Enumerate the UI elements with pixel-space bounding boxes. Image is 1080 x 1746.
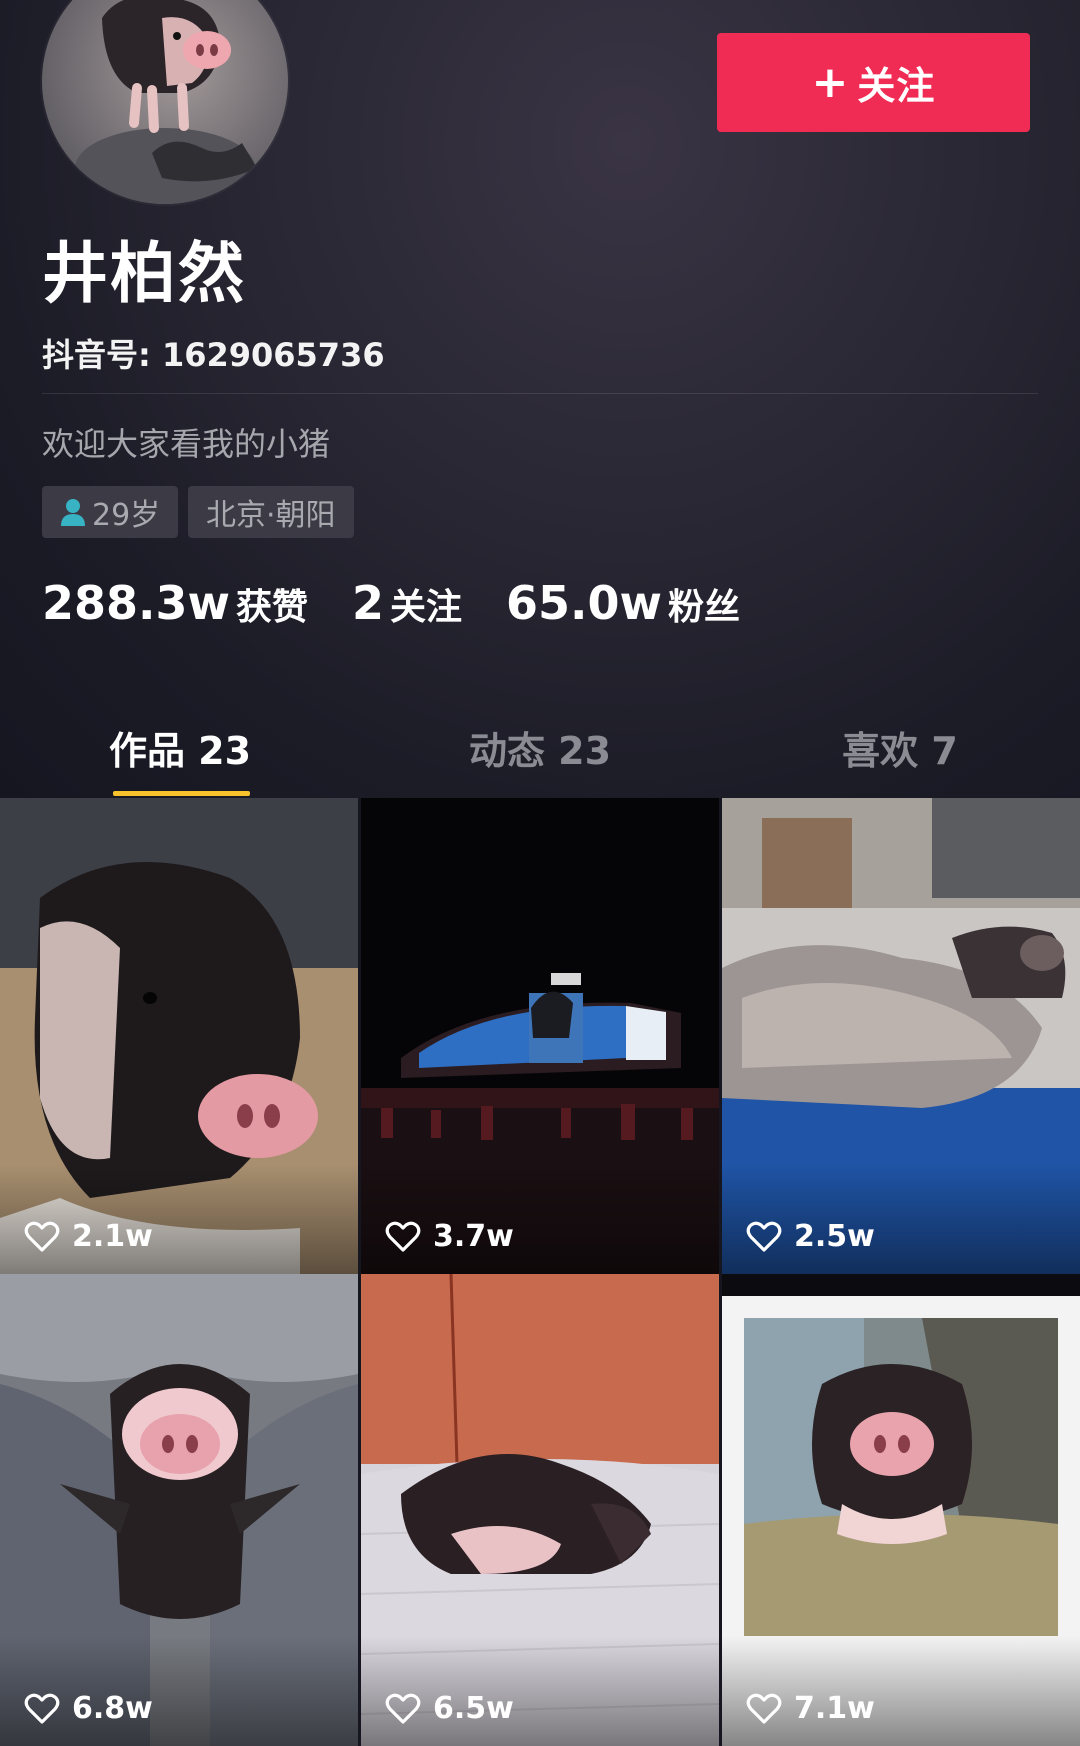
person-icon bbox=[61, 499, 85, 526]
video-likes: 2.1w bbox=[24, 1219, 153, 1254]
heart-outline-icon bbox=[746, 1221, 782, 1252]
location-tag: 北京·朝阳 bbox=[188, 486, 354, 538]
video-likes: 2.5w bbox=[746, 1219, 875, 1254]
likes-count-label: 7.1w bbox=[794, 1691, 875, 1726]
video-thumbnail[interactable]: 6.5w bbox=[361, 1274, 719, 1746]
follow-button[interactable]: + 关注 bbox=[717, 33, 1030, 132]
following-count: 2 bbox=[352, 576, 385, 630]
heart-outline-icon bbox=[385, 1221, 421, 1252]
stat-following[interactable]: 2 关注 bbox=[352, 576, 462, 630]
followers-label: 粉丝 bbox=[668, 587, 741, 628]
likes-count-label: 6.5w bbox=[433, 1691, 514, 1726]
heart-outline-icon bbox=[746, 1693, 782, 1724]
active-tab-indicator bbox=[113, 791, 250, 796]
bio-text: 欢迎大家看我的小猪 bbox=[42, 425, 331, 463]
location-label: 北京·朝阳 bbox=[206, 498, 336, 533]
age-label: 29岁 bbox=[92, 498, 161, 533]
likes-count-label: 2.5w bbox=[794, 1219, 875, 1254]
tab-activity[interactable]: 动态 23 bbox=[360, 700, 720, 798]
profile-header: + 关注 井柏然 抖音号: 1629065736 欢迎大家看我的小猪 29岁 北… bbox=[0, 0, 1080, 798]
video-grid: 2.1w 3.7w 2.5w 6.8w 6.5w 7.1w bbox=[0, 798, 1080, 1746]
following-label: 关注 bbox=[390, 587, 463, 628]
video-thumbnail[interactable]: 6.8w bbox=[0, 1274, 358, 1746]
follow-button-label: 关注 bbox=[857, 64, 936, 108]
header-divider bbox=[42, 393, 1038, 394]
likes-count: 288.3w bbox=[42, 576, 230, 630]
likes-count-label: 2.1w bbox=[72, 1219, 153, 1254]
profile-tabs: 作品 23 动态 23 喜欢 7 bbox=[0, 700, 1080, 798]
pig-avatar-image bbox=[75, 0, 257, 204]
stat-likes[interactable]: 288.3w 获赞 bbox=[42, 576, 308, 630]
stat-followers[interactable]: 65.0w 粉丝 bbox=[506, 576, 740, 630]
display-name: 井柏然 bbox=[42, 235, 246, 312]
likes-label: 获赞 bbox=[236, 587, 309, 628]
likes-count-label: 6.8w bbox=[72, 1691, 153, 1726]
heart-outline-icon bbox=[385, 1693, 421, 1724]
video-likes: 3.7w bbox=[385, 1219, 514, 1254]
video-thumbnail[interactable]: 2.1w bbox=[0, 798, 358, 1274]
likes-count-label: 3.7w bbox=[433, 1219, 514, 1254]
video-thumbnail[interactable]: 2.5w bbox=[722, 798, 1080, 1274]
age-tag: 29岁 bbox=[42, 486, 179, 538]
profile-stats: 288.3w 获赞 2 关注 65.0w 粉丝 bbox=[42, 576, 784, 630]
followers-count: 65.0w bbox=[506, 576, 663, 630]
douyin-id[interactable]: 抖音号: 1629065736 bbox=[42, 330, 385, 376]
video-likes: 6.5w bbox=[385, 1691, 514, 1726]
tab-liked[interactable]: 喜欢 7 bbox=[720, 700, 1080, 798]
video-likes: 7.1w bbox=[746, 1691, 875, 1726]
video-thumbnail[interactable]: 7.1w bbox=[722, 1274, 1080, 1746]
video-likes: 6.8w bbox=[24, 1691, 153, 1726]
heart-outline-icon bbox=[24, 1693, 60, 1724]
plus-icon: + bbox=[811, 56, 850, 108]
avatar[interactable] bbox=[42, 0, 288, 204]
tab-works[interactable]: 作品 23 bbox=[0, 700, 360, 798]
video-thumbnail[interactable]: 3.7w bbox=[361, 798, 719, 1274]
heart-outline-icon bbox=[24, 1221, 60, 1252]
